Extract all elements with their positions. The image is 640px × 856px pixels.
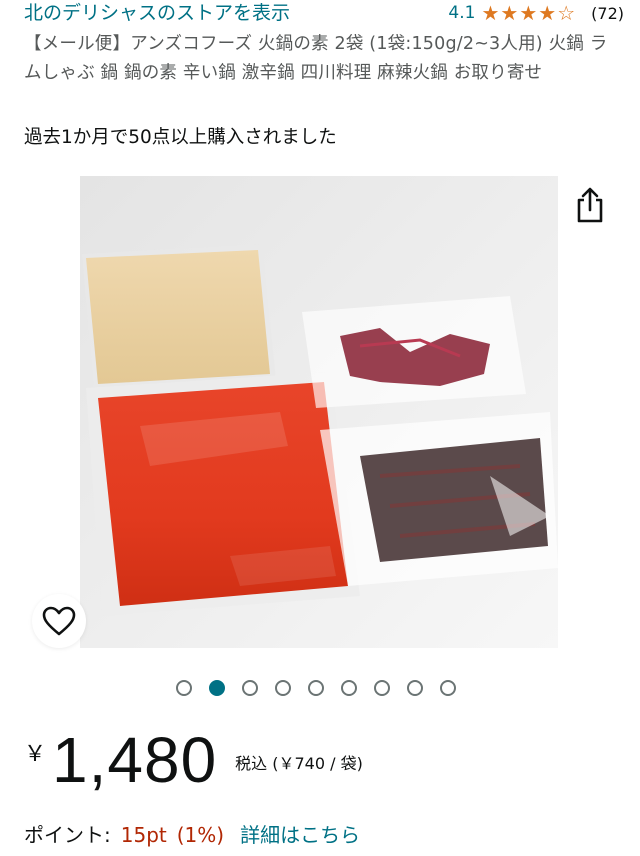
points-value: 15pt [120,823,167,847]
share-icon [577,187,603,223]
points-row: ポイント: 15pt (1%) 詳細はこちら [24,820,360,850]
star-filled-icon: ★ [500,1,519,25]
share-button[interactable] [574,186,606,224]
pager-dot[interactable] [341,680,357,696]
star-empty-icon: ☆ [557,1,576,25]
pager-dot[interactable] [440,680,456,696]
rating-summary[interactable]: 4.1 ★ ★ ★ ★ ☆ (72) [448,3,624,23]
product-photo [80,176,558,648]
star-filled-icon: ★ [519,1,538,25]
pager-dot[interactable] [275,680,291,696]
star-filled-icon: ★ [481,1,500,25]
wishlist-button[interactable] [32,594,86,648]
image-pager [176,680,456,696]
store-link[interactable]: 北のデリシャスのストアを表示 [24,1,290,25]
store-rating-row: 北のデリシャスのストアを表示 4.1 ★ ★ ★ ★ ☆ (72) [24,0,624,26]
purchase-count-note: 過去1か月で50点以上購入されました [24,127,337,148]
price-block: ￥ 1,480 税込 (￥740 / 袋) [24,722,363,798]
heart-icon [42,606,76,636]
product-title: 【メール便】アンズコフーズ 火鍋の素 2袋 (1袋:150g/2~3人用) 火鍋… [24,34,608,83]
tax-note: 税込 (￥740 / 袋) [235,754,363,773]
pager-dot[interactable] [242,680,258,696]
pager-dot[interactable] [374,680,390,696]
rating-value: 4.1 [448,3,476,23]
currency-symbol: ￥ [24,742,47,767]
star-rating: ★ ★ ★ ★ ☆ [481,3,575,23]
pager-dot[interactable] [308,680,324,696]
points-label: ポイント: [24,823,111,847]
review-count[interactable]: (72) [591,4,624,23]
points-percent: (1%) [176,823,225,847]
points-details-link[interactable]: 詳細はこちら [240,820,360,850]
price-amount: 1,480 [52,724,218,796]
pager-dot[interactable] [176,680,192,696]
product-image[interactable] [80,176,558,648]
pager-dot[interactable] [407,680,423,696]
pager-dot[interactable] [209,680,225,696]
star-filled-icon: ★ [538,1,557,25]
